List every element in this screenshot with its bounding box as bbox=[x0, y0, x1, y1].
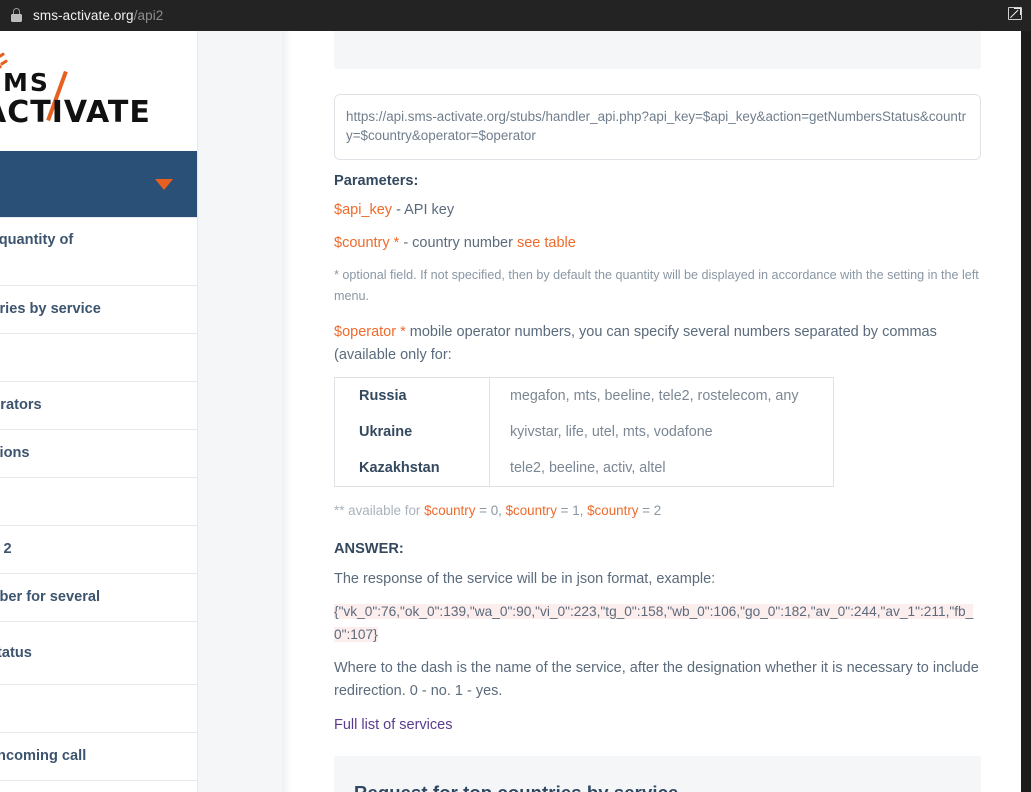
logo-text-sms: SMS bbox=[0, 68, 50, 97]
section-heading-previous-title bbox=[354, 31, 961, 43]
parameters-label: Parameters: bbox=[334, 173, 419, 189]
sidebar-item[interactable]: us of an incoming call bbox=[0, 733, 197, 781]
answer-note: Where to the dash is the name of the ser… bbox=[334, 660, 979, 699]
browser-url-bar[interactable]: sms-activate.org/api2 bbox=[0, 0, 1031, 31]
external-link-icon[interactable] bbox=[1007, 5, 1024, 22]
section-heading-top-countries: Request for top countries by service bbox=[334, 756, 981, 792]
sidebar-item-label: ers bbox=[0, 251, 177, 272]
main-content: https://api.sms-activate.org/stubs/handl… bbox=[292, 31, 1021, 792]
sidebar-active-section[interactable]: ion API bbox=[0, 151, 197, 217]
sidebar-item[interactable]: ilable operators bbox=[0, 382, 197, 430]
sidebar-item-label: us of an incoming call bbox=[0, 748, 87, 764]
page-gutter bbox=[197, 31, 290, 792]
param-operator-star: * bbox=[396, 324, 406, 340]
sidebar: SMS ACTIVATE ion API available quantity … bbox=[0, 31, 197, 792]
answer-json: {"vk_0":76,"ok_0":139,"wa_0":90,"vi_0":2… bbox=[334, 604, 974, 642]
optional-field-note: * optional field. If not specified, then… bbox=[334, 268, 979, 303]
param-operator-desc: mobile operator numbers, you can specify… bbox=[334, 324, 937, 363]
sidebar-item-label: ilable operators bbox=[0, 397, 42, 413]
param-operator: $operator * mobile operator numbers, you… bbox=[334, 321, 981, 367]
sidebar-item[interactable]: iry bbox=[0, 334, 197, 382]
param-operator-var: $operator bbox=[334, 324, 397, 340]
footnote-var-1: $country bbox=[424, 503, 476, 518]
sidebar-item[interactable]: top countries by service bbox=[0, 286, 197, 334]
table-cell-operators: megafon, mts, beeline, tele2, rostelecom… bbox=[510, 388, 799, 404]
section-heading-previous bbox=[334, 31, 981, 69]
param-country-desc: - country number bbox=[399, 235, 517, 251]
param-country-star: * bbox=[389, 235, 400, 251]
url-text: sms-activate.org/api2 bbox=[33, 8, 163, 23]
table-cell-operators: kyivstar, life, utel, mts, vodafone bbox=[510, 424, 713, 440]
sidebar-item-label: rtual number for several bbox=[0, 589, 101, 605]
full-list-of-services-link[interactable]: Full list of services bbox=[334, 717, 452, 733]
sidebar-item[interactable]: available quantity of ers bbox=[0, 217, 197, 286]
answer-intro: The response of the service will be in j… bbox=[334, 571, 716, 587]
sidebar-item[interactable]: n number 2 bbox=[0, 526, 197, 574]
url-path: /api2 bbox=[133, 8, 164, 23]
sidebar-item[interactable]: tivation status bbox=[0, 622, 197, 685]
sidebar-item[interactable]: ve activations bbox=[0, 430, 197, 478]
answer-label: ANSWER: bbox=[334, 541, 404, 557]
footnote-eq-3: = 2 bbox=[638, 503, 662, 518]
answer-json-wrapper: {"vk_0":76,"ok_0":139,"wa_0":90,"vi_0":2… bbox=[334, 601, 981, 647]
window-right-edge bbox=[1021, 31, 1031, 792]
sidebar-item-label: ve activations bbox=[0, 445, 30, 461]
table-cell-country: Kazakhstan bbox=[334, 450, 490, 487]
sidebar-item[interactable]: prices by country bbox=[0, 781, 197, 792]
param-api-key: $api_key - API key bbox=[334, 199, 981, 222]
param-country-var: $country bbox=[334, 235, 390, 251]
url-domain: sms-activate.org bbox=[33, 8, 134, 23]
chevron-down-icon bbox=[155, 178, 173, 190]
see-table-link[interactable]: see table bbox=[517, 235, 576, 251]
table-row: Kazakhstan tele2, beeline, activ, altel bbox=[334, 450, 834, 487]
sidebar-item[interactable]: n status bbox=[0, 685, 197, 733]
table-cell-country: Ukraine bbox=[334, 414, 490, 450]
site-logo[interactable]: SMS ACTIVATE bbox=[0, 31, 197, 151]
param-api-key-desc: - API key bbox=[392, 202, 455, 218]
footnote-prefix: ** available for bbox=[334, 503, 425, 518]
footnote-var-3: $country bbox=[587, 503, 639, 518]
footnote-eq-2: = 1, bbox=[556, 503, 588, 518]
section-heading-top-countries-title: Request for top countries by service bbox=[354, 782, 961, 792]
page-gutter-fade bbox=[282, 31, 292, 792]
sidebar-item-label: available quantity of bbox=[0, 232, 74, 248]
logo-text-activate: ACTIVATE bbox=[0, 95, 151, 130]
sidebar-item[interactable]: rtual number for several bbox=[0, 574, 197, 622]
sidebar-item-label: n number 2 bbox=[0, 541, 12, 557]
api-url-box-numbers-status[interactable]: https://api.sms-activate.org/stubs/handl… bbox=[334, 94, 981, 160]
country-availability-footnote: ** available for $country = 0, $country … bbox=[334, 500, 981, 521]
sidebar-item-label: tivation status bbox=[0, 644, 32, 661]
footnote-var-2: $country bbox=[505, 503, 557, 518]
operators-table: Russia megafon, mts, beeline, tele2, rost… bbox=[334, 377, 834, 487]
param-api-key-var: $api_key bbox=[334, 202, 393, 218]
sidebar-item-label: top countries by service bbox=[0, 301, 101, 317]
param-country: $country * - country number see table bbox=[334, 232, 981, 255]
table-cell-country: Russia bbox=[334, 377, 490, 414]
sidebar-nav-list: available quantity of ers top countries by… bbox=[0, 217, 197, 792]
footnote-eq-1: = 0, bbox=[475, 503, 506, 518]
table-row: Ukraine kyivstar, life, utel, mts, vodafo… bbox=[334, 414, 834, 450]
sidebar-item[interactable]: er bbox=[0, 478, 197, 526]
table-cell-operators: tele2, beeline, activ, altel bbox=[510, 460, 666, 476]
table-row: Russia megafon, mts, beeline, tele2, rost… bbox=[334, 377, 834, 414]
lock-icon bbox=[10, 8, 23, 23]
page-viewport: SMS ACTIVATE ion API available quantity … bbox=[0, 31, 1021, 792]
